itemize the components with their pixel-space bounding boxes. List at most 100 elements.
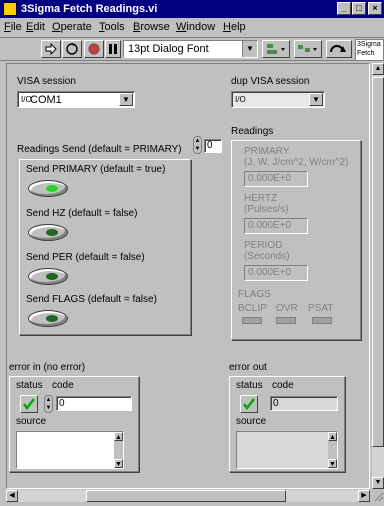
error-in-source-scrollbar[interactable]: ▲ ▼ [114,432,123,468]
send-hz-toggle[interactable] [28,224,68,241]
run-continuous-icon [66,43,78,55]
error-in-code-input[interactable]: 0 [56,396,132,411]
resize-grip[interactable] [372,490,384,502]
error-out-code-label: code [272,380,294,391]
error-out-status-indicator [240,395,258,413]
send-flags-toggle[interactable] [28,310,68,327]
distribute-objects-button[interactable] [294,40,322,58]
scroll-up-arrow-icon[interactable]: ▲ [114,432,123,441]
menu-operate[interactable]: Operate [52,21,92,33]
pause-icon [109,44,117,54]
error-out-source-value-box: ▲ ▼ [236,431,338,469]
vertical-scroll-thumb[interactable] [372,77,384,447]
menu-file[interactable]: File [4,21,22,33]
readings-send-stepper[interactable]: ▲ ▼ [193,136,202,154]
dup-visa-session-label: dup VISA session [231,76,310,87]
scroll-up-arrow-icon[interactable]: ▲ [328,432,337,441]
pause-button[interactable] [105,40,121,58]
flags-label: FLAGS [238,289,271,300]
toolbar: 13pt Dialog Font ▼ 3Sigma Fetch [0,37,384,61]
period-label: PERIOD [244,240,283,251]
led-off-indicator [46,229,58,236]
send-hz-label: Send HZ (default = false) [26,208,138,219]
error-in-cluster: status code ▲ ▼ 0 source ▲ ▼ [9,376,139,472]
font-selector-value: 13pt Dialog Font [128,43,209,55]
hertz-units: (Pulses/s) [244,204,289,215]
error-out-cluster: status code 0 source ▲ ▼ [229,376,345,472]
chevron-down-icon[interactable]: ▼ [242,41,257,57]
window-horizontal-scrollbar[interactable]: ◀ ▶ [6,490,370,502]
horizontal-scroll-thumb[interactable] [86,490,286,502]
error-out-source-scrollbar[interactable]: ▲ ▼ [328,432,337,468]
visa-session-control[interactable]: I/O COM1 ▼ [17,91,135,108]
close-button[interactable]: × [368,2,382,15]
scroll-down-arrow-icon[interactable]: ▼ [328,459,337,468]
run-button[interactable] [41,40,61,58]
readings-title: Readings [231,126,274,137]
flag-bclip-led [242,317,262,324]
align-icon [267,44,285,54]
menu-edit[interactable]: Edit [26,21,45,33]
run-continuously-button[interactable] [62,40,82,58]
send-per-toggle[interactable] [28,268,68,285]
readings-cluster: PRIMARY (J, W, J/cm^2, W/cm^2) 0.000E+0 … [231,140,361,340]
abort-button[interactable] [84,40,104,58]
menu-tools[interactable]: Tools [99,21,125,33]
check-icon [23,398,35,410]
scroll-down-arrow-icon[interactable]: ▼ [114,459,123,468]
error-in-status-checkbox[interactable] [20,395,38,413]
error-in-source-input[interactable]: ▲ ▼ [16,431,124,469]
reorder-icon [330,45,346,53]
font-selector[interactable]: 13pt Dialog Font ▼ [123,40,258,58]
icon-preview-line2: Fetch [357,50,375,57]
icon-preview-line1: 3Sigma [357,41,381,48]
primary-units: (J, W, J/cm^2, W/cm^2) [244,157,349,168]
error-out-status-label: status [236,380,263,391]
hertz-label: HERTZ [244,193,278,204]
window-vertical-scrollbar[interactable]: ▲ ▼ [372,63,384,489]
labview-vi-window: 3Sigma Fetch Readings.vi _ □ × File Edit… [0,0,384,506]
error-in-title: error in (no error) [9,362,86,373]
maximize-button[interactable]: □ [352,2,366,15]
flag-psat-led [312,317,332,324]
led-off-indicator [46,315,58,322]
menu-bar: File Edit Operate Tools Browse Window He… [0,19,384,36]
menu-browse[interactable]: Browse [133,21,170,33]
menu-window[interactable]: Window [176,21,215,33]
chevron-down-icon[interactable]: ▼ [119,93,133,106]
send-primary-label: Send PRIMARY (default = true) [26,164,166,175]
send-per-label: Send PER (default = false) [26,252,145,263]
dup-visa-io-prefix: I/O [235,95,246,104]
reorder-button[interactable] [326,40,352,58]
flag-bclip-label: BCLIP [238,303,267,314]
error-in-status-label: status [16,380,43,391]
title-bar[interactable]: 3Sigma Fetch Readings.vi _ □ × [0,0,384,18]
align-objects-button[interactable] [262,40,290,58]
led-on-indicator [46,185,58,192]
scroll-down-arrow-icon[interactable]: ▼ [372,477,384,489]
check-icon [243,398,255,410]
vi-icon-preview: 3Sigma Fetch [355,39,384,61]
error-in-source-label: source [16,416,47,427]
error-out-source-label: source [236,416,267,427]
scroll-left-arrow-icon[interactable]: ◀ [6,490,18,502]
error-in-code-stepper[interactable]: ▲ ▼ [44,395,53,413]
abort-icon [88,43,100,55]
run-arrow-icon [45,42,57,56]
period-value: 0.000E+0 [244,265,308,281]
dup-visa-session-indicator: I/O ▼ [231,91,325,108]
scroll-up-arrow-icon[interactable]: ▲ [372,63,384,75]
primary-value: 0.000E+0 [244,171,308,187]
flag-ovr-led [276,317,296,324]
resize-grip-icon [374,492,384,502]
visa-session-label: VISA session [17,76,76,87]
send-primary-toggle[interactable] [28,180,68,197]
send-flags-label: Send FLAGS (default = false) [26,294,157,305]
flag-ovr-label: OVR [276,303,298,314]
primary-label: PRIMARY [244,146,290,157]
scroll-right-arrow-icon[interactable]: ▶ [358,490,370,502]
minimize-button[interactable]: _ [337,2,351,15]
chevron-down-icon: ▼ [309,93,323,106]
readings-send-input[interactable]: 0 [204,139,222,153]
menu-help[interactable]: Help [223,21,246,33]
